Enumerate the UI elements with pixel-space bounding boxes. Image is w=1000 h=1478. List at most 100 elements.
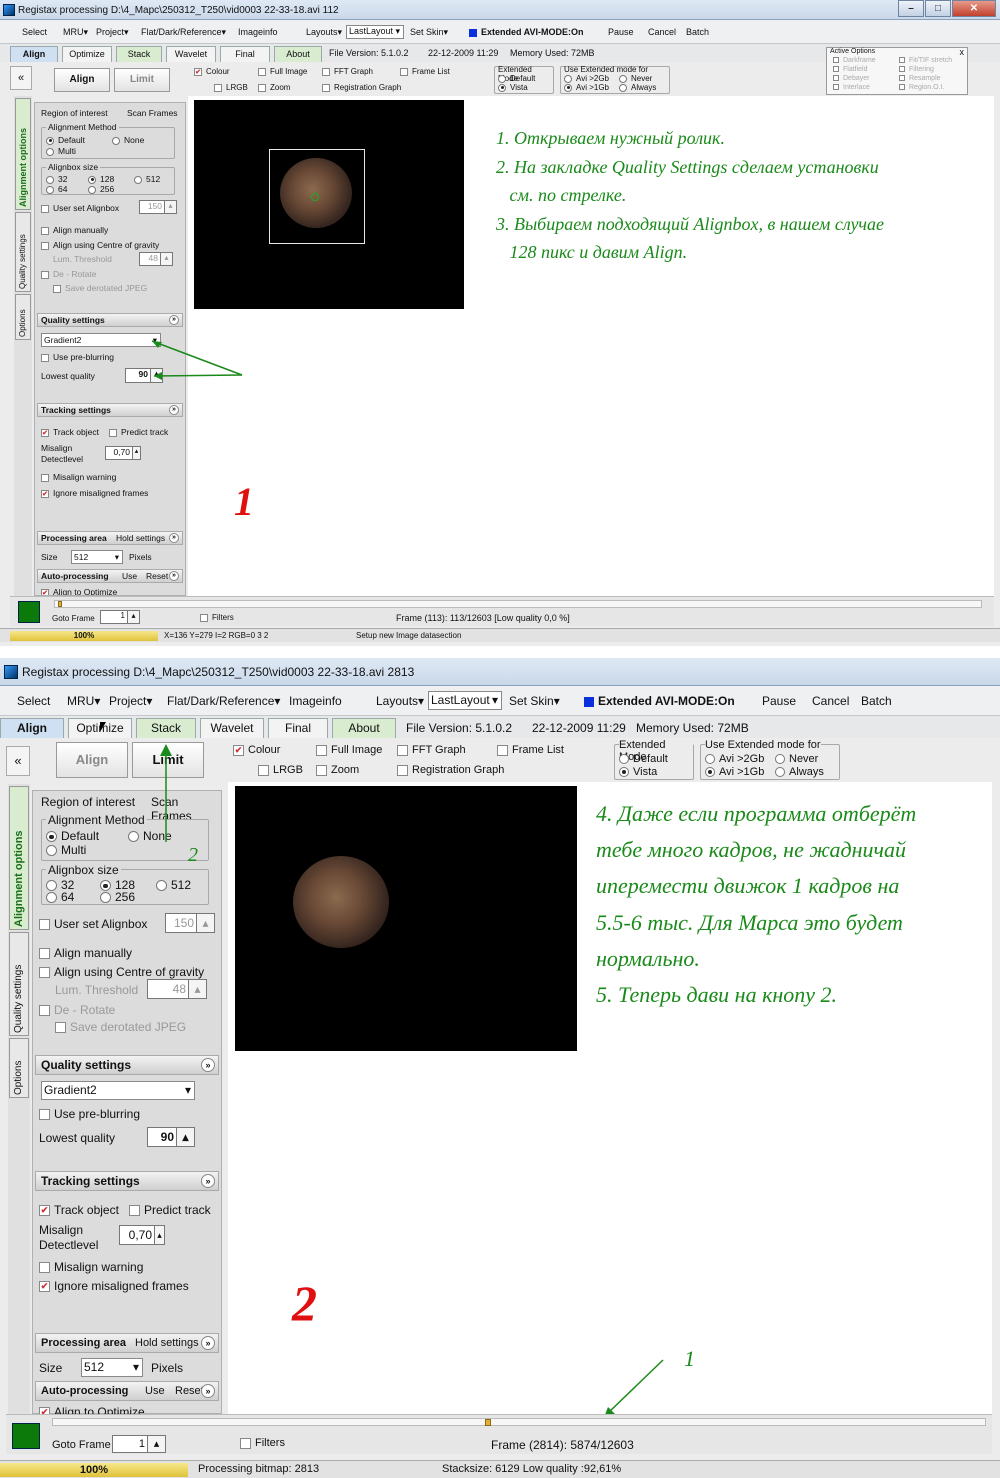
align-button[interactable]: Align — [56, 742, 128, 778]
layout-select[interactable]: LastLayout ▾ — [346, 25, 404, 39]
tab-wavelet[interactable]: Wavelet — [166, 46, 216, 62]
pause-button[interactable]: Pause — [608, 27, 634, 37]
avi-1gb-radio[interactable]: Avi >1Gb — [564, 83, 609, 92]
auto-use-label[interactable]: Use — [145, 1382, 165, 1400]
vtab-alignment-options[interactable]: Alignment options — [15, 98, 31, 210]
collapse-icon[interactable]: » — [201, 1384, 215, 1398]
tab-align[interactable]: Align — [10, 46, 58, 62]
user-alignbox-spinner[interactable]: 150 ▴ — [139, 200, 177, 214]
misalign-warning-checkbox[interactable]: Misalign warning — [41, 472, 116, 482]
user-alignbox-checkbox[interactable]: User set Alignbox — [41, 203, 119, 213]
alignbox-256-radio[interactable]: 256 — [100, 890, 135, 904]
spinner-arrows-icon[interactable]: ▴ — [196, 914, 214, 932]
menu-imageinfo[interactable]: Imageinfo — [289, 694, 342, 708]
tab-about[interactable]: About — [332, 718, 396, 738]
always-radio[interactable]: Always — [619, 83, 656, 92]
region-of-interest-link[interactable]: Region of interest — [41, 108, 108, 118]
quality-method-select[interactable]: Gradient2 ▾ — [41, 1081, 195, 1100]
fft-graph-checkbox[interactable]: FFT Graph — [322, 67, 373, 76]
pre-blurring-checkbox[interactable]: Use pre-blurring — [39, 1107, 140, 1121]
planet-image[interactable] — [194, 100, 464, 309]
menu-select[interactable]: Select — [22, 27, 47, 37]
detectlevel-spinner[interactable]: 0,70 ▴ — [105, 446, 141, 460]
frame-list-checkbox[interactable]: Frame List — [497, 744, 564, 756]
method-multi-radio[interactable]: Multi — [46, 146, 76, 156]
collapse-icon[interactable]: » — [169, 571, 179, 581]
tab-align[interactable]: Align — [0, 718, 64, 738]
auto-processing-header[interactable]: Auto-processing Use Reset» — [35, 1381, 219, 1401]
lrgb-checkbox[interactable]: LRGB — [258, 764, 303, 776]
hold-settings-label[interactable]: Hold settings — [116, 532, 165, 544]
save-derotated-checkbox[interactable]: Save derotated JPEG — [53, 283, 147, 293]
menu-mru[interactable]: MRU▾ — [67, 694, 100, 708]
tab-final[interactable]: Final — [220, 46, 270, 62]
ignore-misaligned-checkbox[interactable]: Ignore misaligned frames — [41, 488, 148, 498]
slider-thumb[interactable] — [58, 601, 62, 607]
registration-graph-checkbox[interactable]: Registration Graph — [397, 764, 504, 776]
avi-mode-toggle[interactable]: Extended AVI-MODE:On — [469, 27, 584, 37]
alignbox-64-radio[interactable]: 64 — [46, 184, 67, 194]
processing-size-select[interactable]: 512 ▾ — [71, 550, 123, 564]
tracking-settings-header[interactable]: Tracking settings» — [37, 403, 183, 417]
colour-checkbox[interactable]: Colour — [233, 744, 280, 756]
cancel-button[interactable]: Cancel — [648, 27, 676, 37]
menu-project[interactable]: Project▾ — [96, 27, 129, 38]
spinner-arrows-icon[interactable]: ▴ — [154, 1226, 164, 1244]
zoom-checkbox[interactable]: Zoom — [316, 764, 359, 776]
method-default-radio[interactable]: Default — [46, 829, 99, 843]
close-icon[interactable]: x — [960, 47, 965, 57]
lrgb-checkbox[interactable]: LRGB — [214, 83, 248, 92]
cancel-button[interactable]: Cancel — [812, 694, 849, 708]
vtab-quality-settings[interactable]: Quality settings — [9, 932, 29, 1036]
auto-processing-header[interactable]: Auto-processing Use Reset» — [37, 569, 183, 583]
menu-layouts[interactable]: Layouts▾ — [376, 694, 424, 708]
ignore-misaligned-checkbox[interactable]: Ignore misaligned frames — [39, 1279, 189, 1293]
menu-set-skin[interactable]: Set Skin▾ — [410, 27, 448, 38]
avi-2gb-radio[interactable]: Avi >2Gb — [705, 753, 764, 765]
track-object-checkbox[interactable]: Track object — [41, 427, 99, 437]
spinner-arrows-icon[interactable]: ▴ — [132, 447, 140, 459]
method-none-radio[interactable]: None — [112, 135, 144, 145]
batch-button[interactable]: Batch — [861, 694, 892, 708]
extmode-default-radio[interactable]: Default — [619, 753, 668, 765]
method-default-radio[interactable]: Default — [46, 135, 85, 145]
alignbox-32-radio[interactable]: 32 — [46, 174, 67, 184]
user-alignbox-checkbox[interactable]: User set Alignbox — [39, 917, 147, 931]
align-manually-checkbox[interactable]: Align manually — [41, 225, 108, 235]
spinner-arrows-icon[interactable]: ▴ — [188, 980, 206, 998]
collapse-icon[interactable]: » — [169, 315, 179, 325]
frame-list-checkbox[interactable]: Frame List — [400, 67, 450, 76]
extmode-vista-radio[interactable]: Vista — [619, 766, 657, 778]
goto-frame-spinner[interactable]: 1 ▴ — [112, 1435, 166, 1453]
misalign-warning-checkbox[interactable]: Misalign warning — [39, 1260, 143, 1274]
pause-button[interactable]: Pause — [762, 694, 796, 708]
limit-button[interactable]: Limit — [114, 68, 170, 92]
menu-select[interactable]: Select — [17, 694, 50, 708]
save-derotated-checkbox[interactable]: Save derotated JPEG — [55, 1020, 186, 1034]
predict-track-checkbox[interactable]: Predict track — [109, 427, 168, 437]
quality-settings-header[interactable]: Quality settings» — [37, 313, 183, 327]
menu-layouts[interactable]: Layouts▾ — [306, 27, 342, 38]
processing-area-header[interactable]: Processing area Hold settings» — [35, 1333, 219, 1353]
spinner-arrows-icon[interactable]: ▴ — [127, 611, 139, 623]
method-multi-radio[interactable]: Multi — [46, 843, 86, 857]
collapse-icon[interactable]: » — [201, 1174, 215, 1188]
alignbox-512-radio[interactable]: 512 — [156, 878, 191, 892]
auto-use-label[interactable]: Use — [122, 570, 137, 582]
align-to-optimize-checkbox[interactable]: Align to Optimize — [41, 587, 117, 595]
batch-button[interactable]: Batch — [686, 27, 709, 37]
collapse-panel-button[interactable]: « — [6, 746, 30, 776]
auto-reset-label[interactable]: Reset — [175, 1382, 204, 1400]
filters-checkbox[interactable]: Filters — [240, 1437, 285, 1449]
tab-final[interactable]: Final — [268, 718, 328, 738]
tab-stack[interactable]: Stack — [116, 46, 162, 62]
vtab-options[interactable]: Options — [9, 1038, 29, 1098]
collapse-icon[interactable]: » — [201, 1058, 215, 1072]
detectlevel-spinner[interactable]: 0,70 ▴ — [119, 1225, 165, 1245]
lowest-quality-spinner[interactable]: 90 ▴ — [147, 1127, 195, 1147]
menu-flat-dark-reference[interactable]: Flat/Dark/Reference▾ — [167, 694, 280, 708]
menu-mru[interactable]: MRU▾ — [63, 27, 88, 38]
always-radio[interactable]: Always — [775, 766, 824, 778]
quality-settings-header[interactable]: Quality settings» — [35, 1055, 219, 1075]
alignbox-512-radio[interactable]: 512 — [134, 174, 160, 184]
